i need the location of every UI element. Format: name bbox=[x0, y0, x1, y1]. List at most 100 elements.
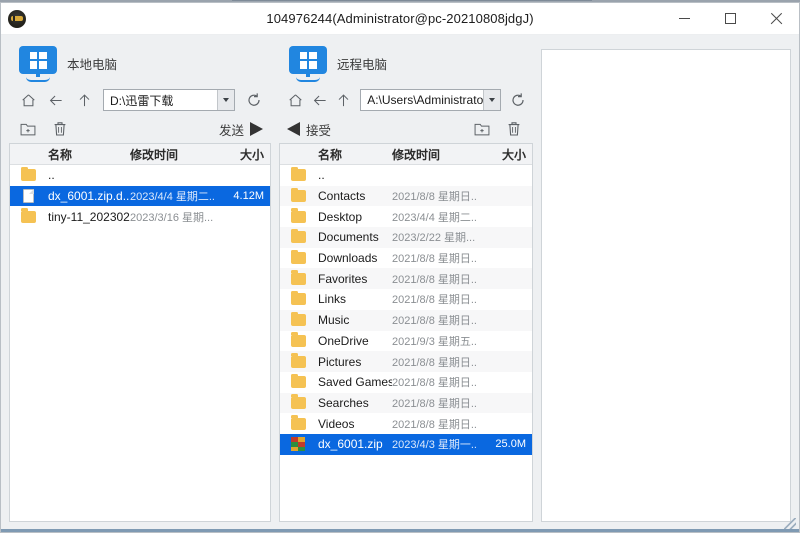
table-row[interactable]: OneDrive 2021/9/3 星期五... bbox=[280, 331, 532, 352]
row-icon-cell bbox=[10, 189, 46, 204]
local-pane: 本地电脑 D:\迅雷下载 发送 名称 修改时间 大小 .. dx_6001.zi… bbox=[9, 41, 271, 522]
table-row[interactable]: tiny-11_202302 2023/3/16 星期... bbox=[10, 206, 270, 227]
receive-button[interactable]: 接受 bbox=[287, 120, 331, 139]
row-name: dx_6001.zip.d... bbox=[48, 189, 130, 204]
local-machine-header: 本地电脑 bbox=[9, 41, 271, 85]
table-row[interactable]: dx_6001.zip 2023/4/3 星期一... 25.0M bbox=[280, 433, 532, 455]
new-folder-icon[interactable] bbox=[471, 118, 493, 140]
table-row[interactable]: Contacts 2021/8/8 星期日... bbox=[280, 185, 532, 207]
remote-action-bar: 接受 bbox=[279, 115, 533, 143]
row-size: 25.0M bbox=[495, 438, 526, 451]
row-name: .. bbox=[318, 168, 325, 183]
minimize-button[interactable] bbox=[661, 3, 707, 34]
minimize-icon bbox=[678, 18, 690, 19]
table-row[interactable]: Desktop 2023/4/4 星期二... bbox=[280, 206, 532, 227]
row-icon-cell bbox=[280, 394, 316, 409]
folder-icon bbox=[290, 290, 306, 306]
trash-icon[interactable] bbox=[49, 118, 71, 140]
local-col-size[interactable]: 大小 bbox=[216, 146, 270, 163]
chevron-down-icon[interactable] bbox=[217, 90, 234, 110]
up-arrow-icon[interactable] bbox=[332, 87, 354, 113]
folder-icon bbox=[20, 166, 36, 182]
file-transfer-window: 104976244(Administrator@pc-20210808jdgJ) bbox=[0, 2, 800, 533]
remote-col-name[interactable]: 名称 bbox=[316, 146, 392, 163]
row-modified: 2021/9/3 星期五... bbox=[392, 335, 478, 348]
title-bar: 104976244(Administrator@pc-20210808jdgJ) bbox=[1, 3, 799, 35]
row-size: 4.12M bbox=[233, 190, 264, 203]
row-name: Favorites bbox=[318, 271, 368, 286]
row-icon-cell bbox=[280, 415, 316, 430]
refresh-icon[interactable] bbox=[507, 87, 529, 113]
window-body: 本地电脑 D:\迅雷下载 发送 名称 修改时间 大小 .. dx_6001.zi… bbox=[1, 35, 799, 532]
home-icon[interactable] bbox=[285, 87, 307, 113]
row-modified: 2021/8/8 星期日... bbox=[392, 356, 478, 369]
row-name: Saved Games bbox=[318, 375, 392, 390]
local-nav-bar: D:\迅雷下载 bbox=[9, 85, 271, 115]
table-row[interactable]: Links 2021/8/8 星期日... bbox=[280, 289, 532, 310]
close-icon bbox=[770, 12, 783, 25]
folder-icon bbox=[290, 249, 306, 265]
row-icon-cell bbox=[280, 311, 316, 327]
row-modified: 2021/8/8 星期日... bbox=[392, 191, 478, 204]
close-button[interactable] bbox=[753, 3, 799, 34]
row-name: Desktop bbox=[318, 209, 363, 224]
table-row[interactable]: Music 2021/8/8 星期日... bbox=[280, 309, 532, 331]
folder-icon bbox=[20, 208, 36, 223]
send-label: 发送 bbox=[218, 123, 244, 138]
row-name: Searches bbox=[318, 395, 369, 410]
refresh-icon[interactable] bbox=[241, 87, 267, 113]
folder-icon bbox=[290, 311, 306, 327]
table-row[interactable]: Documents 2023/2/22 星期... bbox=[280, 227, 532, 248]
maximize-icon bbox=[724, 13, 736, 24]
row-name: .. bbox=[48, 168, 55, 183]
trash-icon[interactable] bbox=[503, 118, 525, 140]
row-modified: 2023/4/3 星期一... bbox=[392, 439, 478, 452]
remote-list-body[interactable]: .. Contacts 2021/8/8 星期日... Desktop 2023/4/4… bbox=[280, 165, 532, 521]
row-icon-cell bbox=[280, 373, 316, 389]
local-col-name[interactable]: 名称 bbox=[46, 146, 130, 163]
local-path-combobox[interactable]: D:\迅雷下载 bbox=[103, 89, 235, 111]
send-button[interactable]: 发送 bbox=[219, 120, 263, 139]
local-col-modified[interactable]: 修改时间 bbox=[130, 146, 216, 163]
local-path-value: D:\迅雷下载 bbox=[110, 93, 174, 108]
table-row[interactable]: Downloads 2021/8/8 星期日... bbox=[280, 248, 532, 269]
remote-machine-label: 远程电脑 bbox=[337, 57, 388, 72]
row-modified: 2023/4/4 星期二... bbox=[392, 211, 478, 224]
up-arrow-icon[interactable] bbox=[71, 87, 97, 113]
local-file-list[interactable]: 名称 修改时间 大小 .. dx_6001.zip.d... 2023/4/4 星期… bbox=[9, 143, 271, 522]
chevron-down-icon[interactable] bbox=[483, 90, 501, 110]
row-name: Downloads bbox=[318, 251, 378, 266]
back-arrow-icon[interactable] bbox=[43, 87, 69, 113]
row-modified: 2021/8/8 星期日... bbox=[392, 315, 478, 328]
remote-path-value: A:\Users\Administrato bbox=[367, 93, 484, 107]
app-icon bbox=[8, 9, 26, 28]
row-modified: 2023/2/22 星期... bbox=[392, 232, 476, 245]
back-arrow-icon[interactable] bbox=[309, 87, 331, 113]
table-row[interactable]: .. bbox=[280, 165, 532, 186]
remote-col-size[interactable]: 大小 bbox=[478, 146, 532, 163]
remote-path-combobox[interactable]: A:\Users\Administrato bbox=[360, 89, 502, 111]
remote-pane: 远程电脑 A:\Users\Administrato 接受 名称 修改时间 大小… bbox=[279, 41, 533, 522]
transfer-log-area[interactable] bbox=[541, 49, 791, 522]
maximize-button[interactable] bbox=[707, 3, 753, 34]
table-row[interactable]: dx_6001.zip.d... 2023/4/4 星期二... 4.12M bbox=[10, 185, 270, 207]
table-row[interactable]: .. bbox=[10, 165, 270, 186]
row-name: Videos bbox=[318, 416, 355, 431]
table-row[interactable]: Videos 2021/8/8 星期日... bbox=[280, 413, 532, 434]
row-modified: 2021/8/8 星期日... bbox=[392, 377, 478, 390]
window-controls bbox=[661, 3, 799, 34]
table-row[interactable]: Saved Games 2021/8/8 星期日... bbox=[280, 372, 532, 393]
remote-file-list[interactable]: 名称 修改时间 大小 .. Contacts 2021/8/8 星期日... Desk… bbox=[279, 143, 533, 522]
table-row[interactable]: Pictures 2021/8/8 星期日... bbox=[280, 351, 532, 372]
new-folder-icon[interactable] bbox=[17, 118, 39, 140]
row-modified: 2021/8/8 星期日... bbox=[392, 253, 478, 266]
remote-col-modified[interactable]: 修改时间 bbox=[392, 146, 478, 163]
local-list-body[interactable]: .. dx_6001.zip.d... 2023/4/4 星期二... 4.12M ti… bbox=[10, 165, 270, 521]
table-row[interactable]: Searches 2021/8/8 星期日... bbox=[280, 392, 532, 414]
receive-arrow-icon bbox=[287, 122, 300, 136]
row-icon-cell bbox=[280, 249, 316, 265]
row-icon-cell bbox=[280, 228, 316, 244]
home-icon[interactable] bbox=[15, 87, 41, 113]
row-icon-cell bbox=[280, 270, 316, 285]
table-row[interactable]: Favorites 2021/8/8 星期日... bbox=[280, 268, 532, 290]
